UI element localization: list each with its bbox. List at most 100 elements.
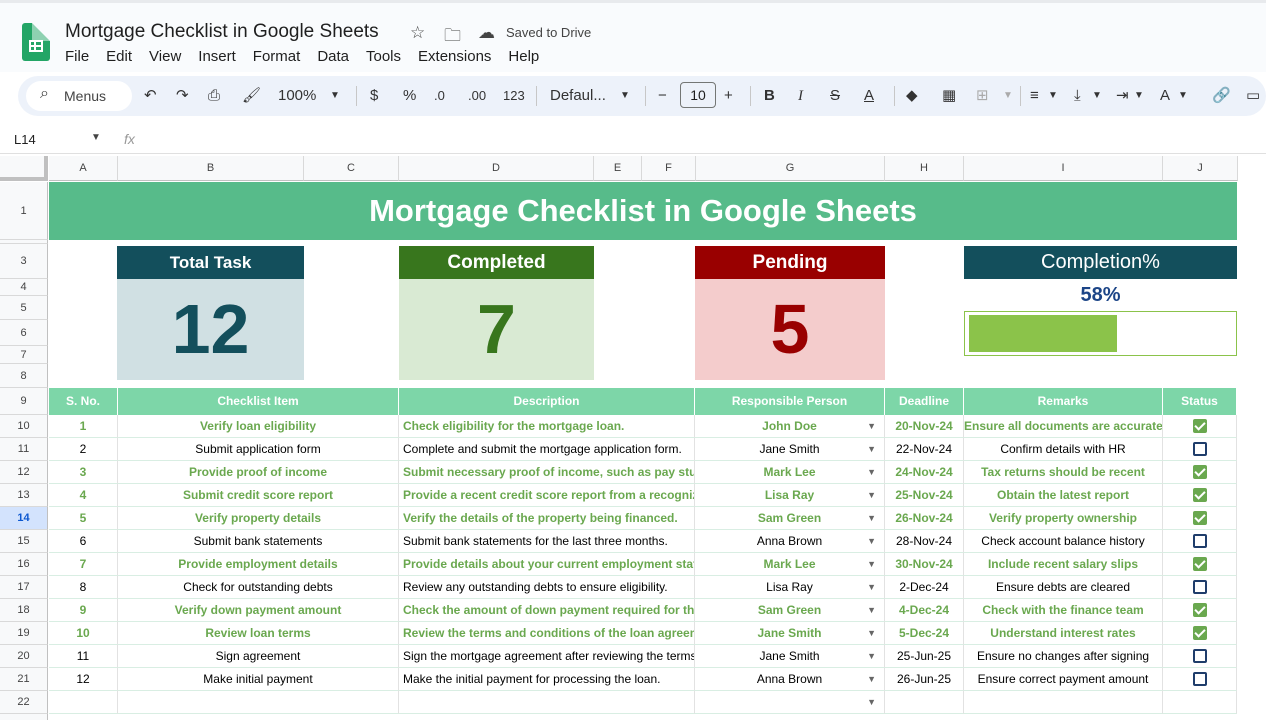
font-select[interactable]: Defaul...	[550, 86, 606, 106]
undo-icon[interactable]: ↶	[144, 86, 157, 106]
number-format-button[interactable]: 123	[503, 86, 525, 106]
row-header-7[interactable]: 7	[0, 346, 48, 364]
checkbox-unchecked[interactable]	[1193, 534, 1207, 548]
name-box[interactable]: L14	[14, 132, 36, 147]
row-header-11[interactable]: 11	[0, 438, 48, 461]
checkbox-checked[interactable]	[1193, 488, 1207, 502]
checkbox-checked[interactable]	[1193, 557, 1207, 571]
person-dropdown-icon[interactable]: ▼	[867, 668, 876, 690]
text-wrap-icon[interactable]: ⇥	[1116, 86, 1129, 106]
cloud-saved-icon[interactable]: ☁	[478, 23, 495, 43]
responsible-person-cell[interactable]: Lisa Ray ▼	[695, 484, 885, 507]
row-header-21[interactable]: 21	[0, 668, 48, 691]
responsible-person-cell[interactable]: Jane Smith ▼	[695, 438, 885, 461]
person-dropdown-icon[interactable]: ▼	[867, 645, 876, 667]
row-header-8[interactable]: 8	[0, 364, 48, 388]
menu-format[interactable]: Format	[253, 48, 301, 65]
column-header-c[interactable]: C	[304, 156, 399, 181]
checkbox-checked[interactable]	[1193, 626, 1207, 640]
strikethrough-icon[interactable]: S	[830, 86, 840, 106]
row-header-3[interactable]: 3	[0, 244, 48, 279]
responsible-person-cell[interactable]: Mark Lee ▼	[695, 553, 885, 576]
person-dropdown-icon[interactable]: ▼	[867, 691, 876, 713]
merge-cells-icon[interactable]: ⊞	[976, 86, 989, 106]
menu-tools[interactable]: Tools	[366, 48, 401, 65]
align-left-icon[interactable]: ≡	[1030, 86, 1039, 106]
person-dropdown-icon[interactable]: ▼	[867, 576, 876, 598]
responsible-person-cell[interactable]: John Doe ▼	[695, 415, 885, 438]
merge-dropdown-icon[interactable]: ▼	[1003, 86, 1013, 106]
responsible-person-cell[interactable]: Lisa Ray ▼	[695, 576, 885, 599]
column-header-a[interactable]: A	[49, 156, 118, 181]
column-header-g[interactable]: G	[696, 156, 885, 181]
checkbox-checked[interactable]	[1193, 603, 1207, 617]
rotation-dropdown-icon[interactable]: ▼	[1178, 86, 1188, 106]
borders-icon[interactable]: ▦	[942, 86, 956, 106]
document-title[interactable]: Mortgage Checklist in Google Sheets	[65, 21, 379, 43]
zoom-select[interactable]: 100%	[278, 86, 316, 106]
responsible-person-cell[interactable]: Anna Brown ▼	[695, 530, 885, 553]
row-header-16[interactable]: 16	[0, 553, 48, 576]
menu-extensions[interactable]: Extensions	[418, 48, 491, 65]
spreadsheet-grid[interactable]: ABCDEFGHIJ 12345678910111213141516171819…	[0, 156, 1266, 720]
insert-comment-icon[interactable]: ▭	[1246, 86, 1260, 106]
currency-format-button[interactable]: $	[370, 86, 378, 106]
row-header-20[interactable]: 20	[0, 645, 48, 668]
row-header-9[interactable]: 9	[0, 388, 48, 415]
person-dropdown-icon[interactable]: ▼	[867, 622, 876, 644]
person-dropdown-icon[interactable]: ▼	[867, 599, 876, 621]
row-header-12[interactable]: 12	[0, 461, 48, 484]
row-header-6[interactable]: 6	[0, 320, 48, 346]
row-header-13[interactable]: 13	[0, 484, 48, 507]
row-header-17[interactable]: 17	[0, 576, 48, 599]
menu-insert[interactable]: Insert	[198, 48, 236, 65]
valign-dropdown-icon[interactable]: ▼	[1092, 86, 1102, 106]
increase-decimal-button[interactable]: .00	[468, 86, 486, 106]
print-icon[interactable]: ⎙	[208, 86, 220, 106]
menu-view[interactable]: View	[149, 48, 181, 65]
person-dropdown-icon[interactable]: ▼	[867, 484, 876, 506]
column-header-d[interactable]: D	[399, 156, 594, 181]
text-rotation-icon[interactable]: A	[1160, 86, 1170, 106]
row-header-14[interactable]: 14	[0, 507, 48, 530]
paint-format-icon[interactable]: 🖌	[242, 86, 261, 106]
font-dropdown-icon[interactable]: ▼	[620, 86, 630, 106]
checkbox-checked[interactable]	[1193, 465, 1207, 479]
fill-color-icon[interactable]: ◆	[906, 86, 918, 106]
person-dropdown-icon[interactable]: ▼	[867, 438, 876, 460]
font-size-input[interactable]: 10	[680, 82, 716, 108]
person-dropdown-icon[interactable]: ▼	[867, 461, 876, 483]
column-header-e[interactable]: E	[594, 156, 642, 181]
responsible-person-cell[interactable]: Sam Green ▼	[695, 507, 885, 530]
name-box-dropdown-icon[interactable]: ▼	[91, 132, 101, 143]
row-header-5[interactable]: 5	[0, 296, 48, 320]
percent-format-button[interactable]: %	[403, 86, 416, 106]
sheets-logo-icon[interactable]	[22, 23, 50, 61]
insert-link-icon[interactable]: 🔗	[1212, 86, 1231, 106]
person-dropdown-icon[interactable]: ▼	[867, 553, 876, 575]
align-dropdown-icon[interactable]: ▼	[1048, 86, 1058, 106]
row-header-19[interactable]: 19	[0, 622, 48, 645]
column-header-b[interactable]: B	[118, 156, 304, 181]
row-header-18[interactable]: 18	[0, 599, 48, 622]
font-size-increase-icon[interactable]: +	[724, 86, 733, 106]
star-icon[interactable]: ☆	[410, 23, 425, 43]
responsible-person-cell[interactable]: Mark Lee ▼	[695, 461, 885, 484]
checkbox-unchecked[interactable]	[1193, 580, 1207, 594]
vertical-align-icon[interactable]: ⤓	[1074, 86, 1081, 106]
text-color-icon[interactable]: A	[864, 86, 874, 106]
menu-edit[interactable]: Edit	[106, 48, 132, 65]
row-header-23[interactable]: 23	[0, 714, 48, 720]
column-header-j[interactable]: J	[1163, 156, 1238, 181]
column-header-i[interactable]: I	[964, 156, 1163, 181]
row-header-22[interactable]: 22	[0, 691, 48, 714]
redo-icon[interactable]: ↷	[176, 86, 189, 106]
row-header-10[interactable]: 10	[0, 415, 48, 438]
checkbox-unchecked[interactable]	[1193, 649, 1207, 663]
person-dropdown-icon[interactable]: ▼	[867, 530, 876, 552]
wrap-dropdown-icon[interactable]: ▼	[1134, 86, 1144, 106]
font-size-decrease-icon[interactable]: −	[658, 86, 667, 106]
responsible-person-cell[interactable]: Anna Brown ▼	[695, 668, 885, 691]
bold-icon[interactable]: B	[764, 86, 775, 106]
person-dropdown-icon[interactable]: ▼	[867, 507, 876, 529]
